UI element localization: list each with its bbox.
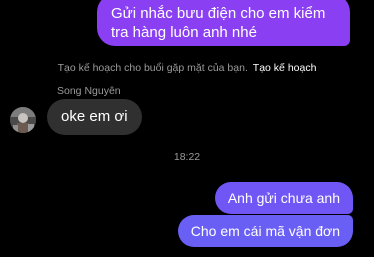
avatar-image-icon <box>10 107 36 133</box>
outgoing-message-bubble[interactable]: Anh gửi chưa anh <box>214 182 353 214</box>
incoming-message-bubble[interactable]: oke em ơi <box>47 99 142 135</box>
plan-hint-text: Tạo kế hoạch cho buổi gặp mặt của bạn. <box>57 62 248 74</box>
outgoing-message-bubble[interactable]: Gửi nhắc bưu điện cho em kiểm tra hàng l… <box>97 0 350 46</box>
outgoing-message-bubble[interactable]: Cho em cái mã vận đơn <box>177 215 353 247</box>
create-plan-link[interactable]: Tạo kế hoạch <box>253 62 317 74</box>
sender-name: Song Nguyên <box>57 85 121 97</box>
message-timestamp: 18:22 <box>173 151 201 163</box>
chat-thread: Gửi nhắc bưu điện cho em kiểm tra hàng l… <box>0 0 374 257</box>
contact-avatar[interactable] <box>10 107 36 133</box>
plan-suggestion: Tạo kế hoạch cho buổi gặp mặt của bạn. T… <box>0 62 374 75</box>
